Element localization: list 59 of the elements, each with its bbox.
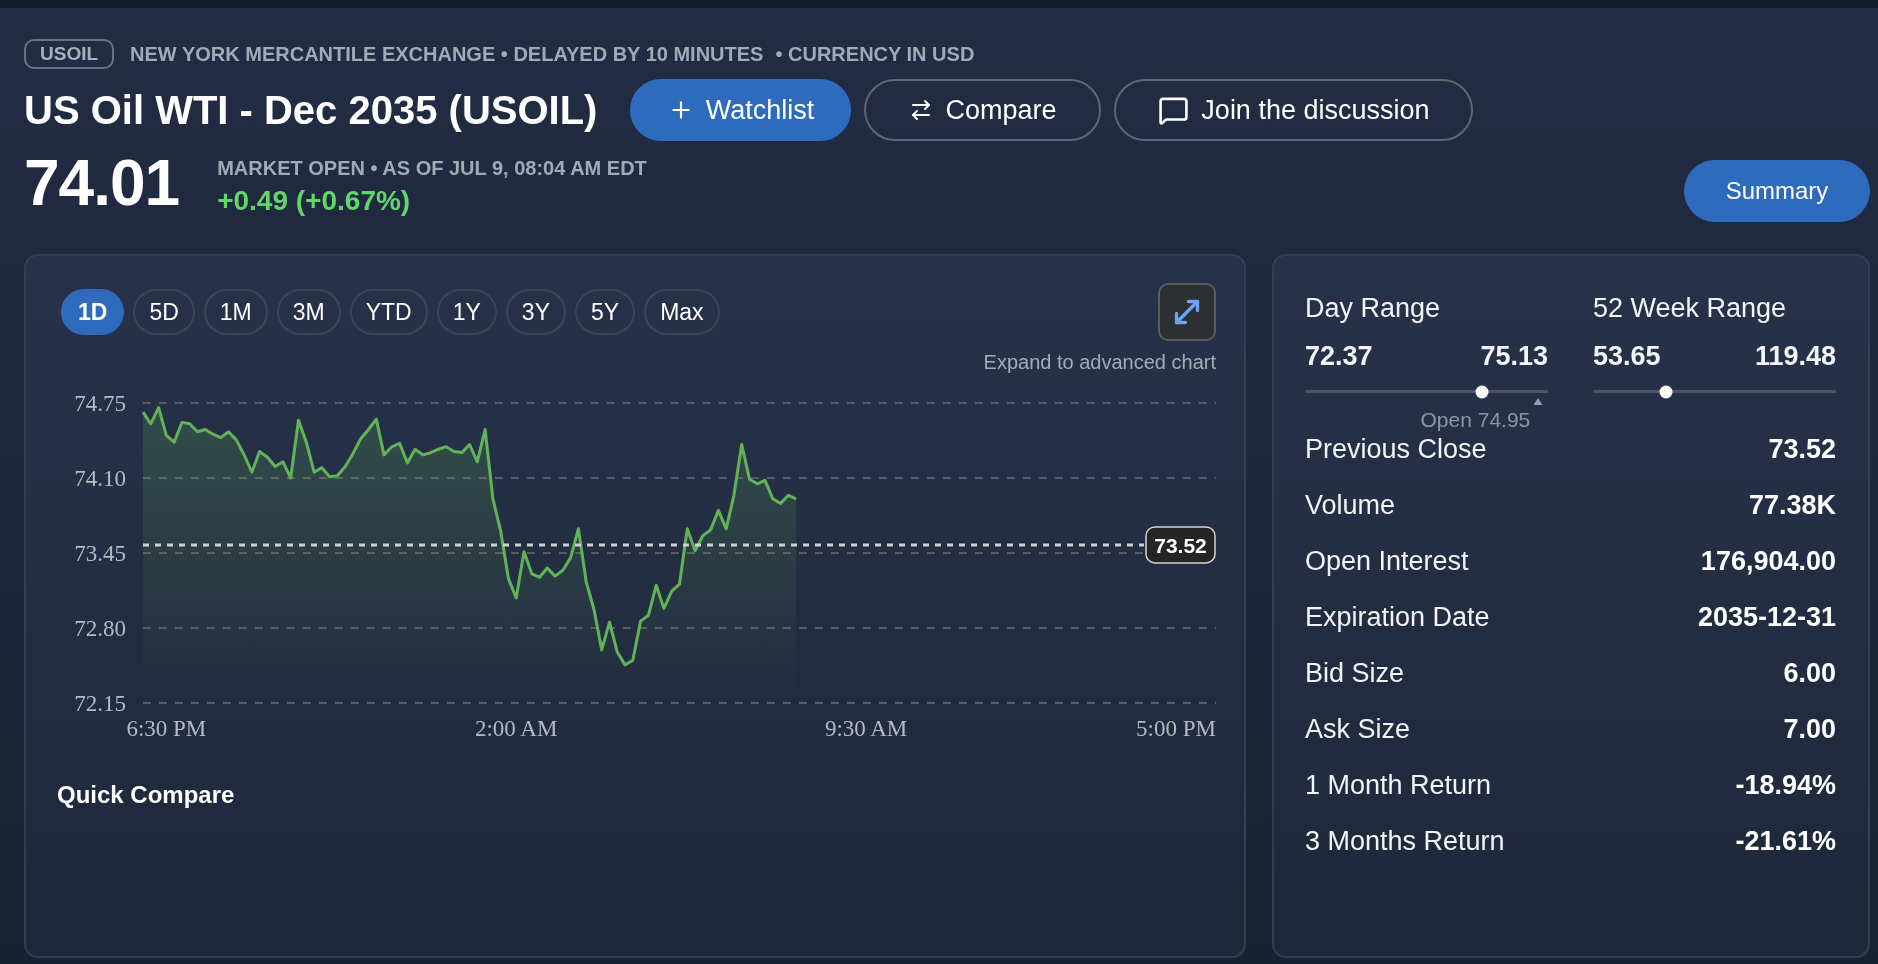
y-axis-label: 73.45 bbox=[74, 540, 126, 566]
range-high-value: 75.13 bbox=[1480, 340, 1548, 372]
y-axis-label: 74.75 bbox=[74, 390, 126, 416]
stat-label: 3 Months Return bbox=[1305, 825, 1505, 857]
stat-label: Volume bbox=[1305, 489, 1396, 521]
exchange-info: NEW YORK MERCANTILE EXCHANGE • DELAYED BY 10 MINUTES bbox=[130, 42, 764, 67]
discussion-button[interactable]: Join the discussion bbox=[1114, 79, 1474, 141]
range-tab[interactable]: 1Y bbox=[436, 289, 497, 335]
last-price: 74.01 bbox=[24, 151, 180, 215]
stat-value: -21.61% bbox=[1735, 825, 1836, 857]
range-tab[interactable]: 1D bbox=[61, 289, 125, 335]
range-tab[interactable]: 5Y bbox=[575, 289, 636, 335]
stat-label: Previous Close bbox=[1305, 433, 1487, 465]
range-tab[interactable]: 5D bbox=[133, 289, 195, 335]
y-axis-label: 74.10 bbox=[74, 465, 126, 491]
stat-value: 2035-12-31 bbox=[1697, 601, 1836, 633]
range-thumb[interactable] bbox=[1475, 385, 1489, 398]
stat-value: 6.00 bbox=[1783, 657, 1836, 689]
range-high-value: 119.48 bbox=[1754, 340, 1836, 372]
range-low-value: 53.65 bbox=[1593, 340, 1661, 372]
stat-label: Open Interest bbox=[1305, 545, 1469, 577]
y-axis-label: 72.80 bbox=[74, 615, 126, 641]
watchlist-button[interactable]: Watchlist bbox=[630, 79, 852, 141]
range-thumb[interactable] bbox=[1659, 385, 1673, 398]
x-axis-label: 2:00 AM bbox=[475, 715, 558, 741]
open-price-label: Open 74.95 bbox=[1420, 409, 1531, 431]
x-axis-label: 9:30 AM bbox=[824, 715, 908, 741]
market-status: MARKET OPEN • AS OF JUL 9, 08:04 AM EDT bbox=[217, 156, 647, 180]
ref-line-label: 73.52 bbox=[1154, 534, 1207, 558]
stat-value: 176,904.00 bbox=[1700, 545, 1836, 577]
stat-label: Ask Size bbox=[1305, 713, 1411, 745]
range-title: Day Range bbox=[1305, 292, 1442, 324]
expand-chart-button[interactable] bbox=[1158, 283, 1216, 341]
summary-button[interactable]: Summary bbox=[1684, 160, 1870, 222]
x-axis-label: 6:30 PM bbox=[126, 715, 207, 741]
stat-value: 7.00 bbox=[1783, 713, 1836, 745]
instrument-title: US Oil WTI - Dec 2035 (USOIL) bbox=[24, 90, 598, 130]
previous-close-label: 73.52 bbox=[1145, 526, 1216, 564]
stat-value: 77.38K bbox=[1748, 489, 1836, 521]
range-low-value: 72.37 bbox=[1305, 340, 1373, 372]
range-tab[interactable]: 3Y bbox=[505, 289, 566, 335]
range-title: 52 Week Range bbox=[1593, 292, 1788, 324]
range-tab[interactable]: 1M bbox=[203, 289, 268, 335]
y-axis-label: 72.15 bbox=[74, 690, 126, 716]
stat-label: Expiration Date bbox=[1305, 601, 1490, 633]
quick-compare-title: Quick Compare bbox=[57, 781, 235, 809]
expand-caption: Expand to advanced chart bbox=[983, 350, 1216, 374]
symbol-badge: USOIL bbox=[24, 39, 115, 69]
compare-button[interactable]: Compare bbox=[864, 79, 1102, 141]
range-tab[interactable]: YTD bbox=[349, 289, 428, 335]
x-axis-label: 5:00 PM bbox=[1136, 715, 1216, 741]
price-change: +0.49 (+0.67%) bbox=[217, 185, 412, 217]
currency-info: • CURRENCY IN USD bbox=[775, 42, 975, 67]
range-tab[interactable]: 3M bbox=[276, 289, 341, 335]
range-tab[interactable]: Max bbox=[644, 289, 720, 335]
stat-label: Bid Size bbox=[1305, 657, 1405, 689]
stat-value: 73.52 bbox=[1768, 433, 1836, 465]
stat-value: -18.94% bbox=[1735, 769, 1836, 801]
stat-label: 1 Month Return bbox=[1305, 769, 1492, 801]
